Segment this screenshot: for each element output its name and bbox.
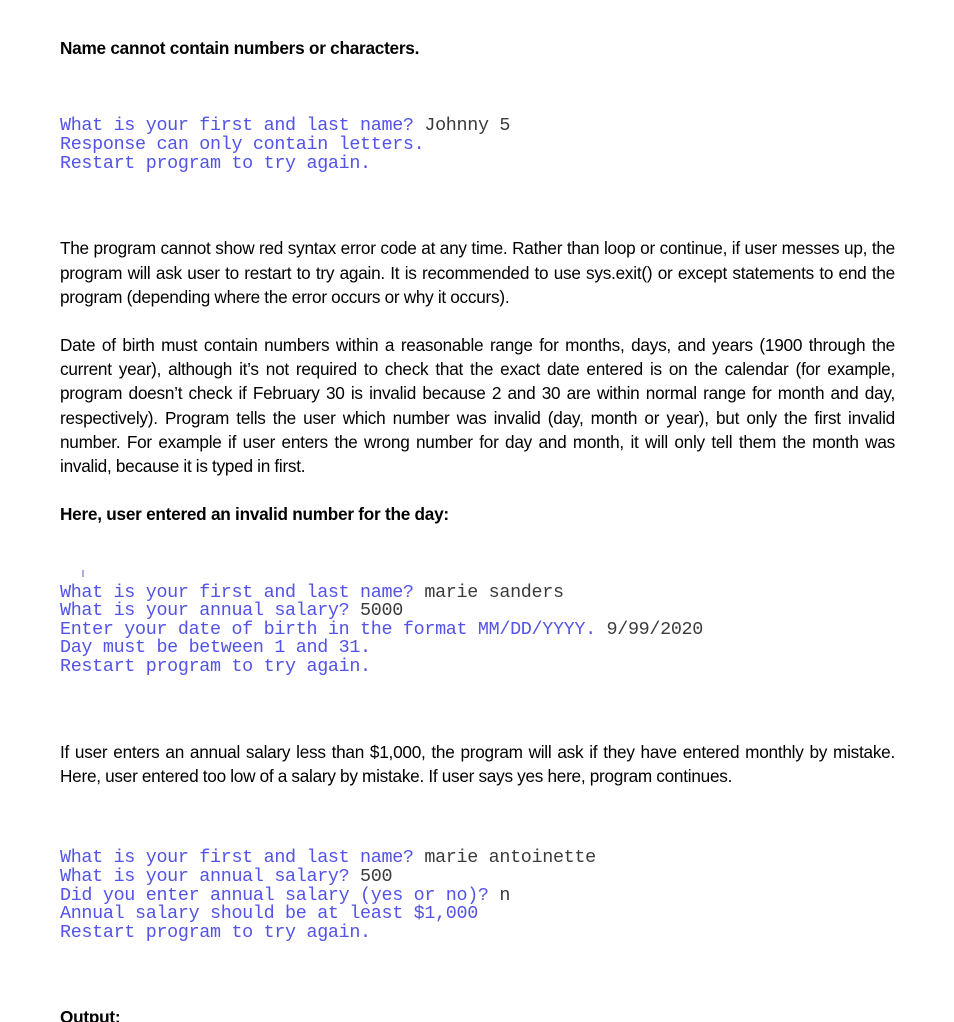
paragraph-low-salary-rule: If user enters an annual salary less tha… bbox=[60, 741, 895, 786]
document-page: Name cannot contain numbers or character… bbox=[0, 0, 954, 1022]
console-block-invalid-day: What is your first and last name? marie … bbox=[60, 546, 895, 713]
console-user-input: Johnny 5 bbox=[413, 115, 511, 137]
console-prompt-text: Restart program to try again. bbox=[60, 655, 371, 677]
console-prompt-text: Restart program to try again. bbox=[60, 921, 371, 943]
console-user-input: n bbox=[488, 884, 511, 906]
output-section-heading: Output: bbox=[60, 1007, 121, 1022]
document-content: Name cannot contain numbers or character… bbox=[60, 36, 895, 1022]
console-line: Restart program to try again. bbox=[60, 921, 895, 943]
console-user-input: 9/99/2020 bbox=[595, 618, 704, 640]
paragraph-no-syntax-error: The program cannot show red syntax error… bbox=[60, 238, 895, 307]
console-block-low-salary: What is your first and last name? marie … bbox=[60, 812, 895, 979]
console-block-name-error: What is your first and last name? Johnny… bbox=[60, 80, 895, 210]
console-user-input: marie antoinette bbox=[413, 847, 596, 869]
text-cursor-artifact bbox=[82, 570, 84, 577]
paragraph-date-of-birth-rules: Date of birth must contain numbers withi… bbox=[60, 334, 895, 476]
console-line: Restart program to try again. bbox=[60, 152, 895, 174]
console-prompt-text: Restart program to try again. bbox=[60, 152, 371, 174]
console-user-input: marie sanders bbox=[413, 581, 564, 603]
invalid-day-caption: Here, user entered an invalid number for… bbox=[60, 504, 449, 525]
name-rule-heading: Name cannot contain numbers or character… bbox=[60, 38, 420, 58]
console-line: Restart program to try again. bbox=[60, 655, 895, 677]
